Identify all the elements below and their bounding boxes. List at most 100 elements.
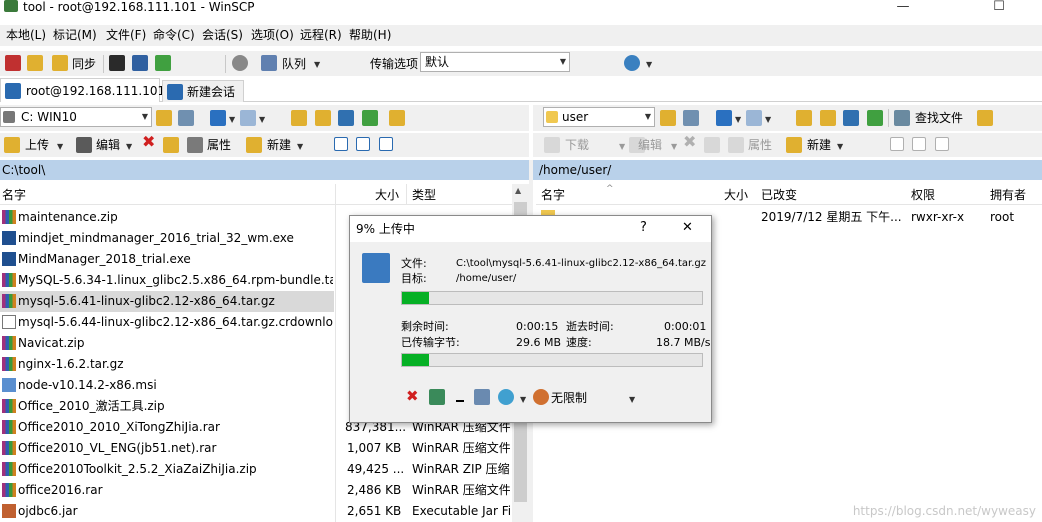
refresh-icon[interactable]: [867, 110, 883, 126]
column-size[interactable]: 大小: [375, 188, 399, 202]
filter-icon[interactable]: [178, 110, 194, 126]
queue-icon[interactable]: [474, 389, 490, 405]
edit-label[interactable]: 编辑: [96, 138, 120, 152]
tab-new-session[interactable]: 新建会话: [162, 80, 244, 102]
home-icon[interactable]: [843, 110, 859, 126]
find-files-icon[interactable]: [894, 110, 910, 126]
sync-browse-icon[interactable]: [27, 55, 43, 71]
upload-label[interactable]: 上传: [25, 138, 49, 152]
file-row-selected[interactable]: mysql-5.6.41-linux-glibc2.12-x86_64.tar.…: [0, 291, 334, 312]
root-dir-icon[interactable]: [820, 110, 836, 126]
column-type[interactable]: 类型: [412, 188, 436, 202]
download-icon[interactable]: [544, 137, 560, 153]
file-row[interactable]: Office2010_VL_ENG(jb51.net).rar 1,007 KB W…: [0, 438, 510, 459]
queue-label[interactable]: 队列: [282, 57, 306, 71]
new-label[interactable]: 新建: [267, 138, 291, 152]
putty-icon[interactable]: [132, 55, 148, 71]
column-owner[interactable]: 拥有者: [990, 188, 1026, 202]
minimize-dialog-icon[interactable]: [456, 400, 464, 402]
minimize-button[interactable]: —: [880, 0, 926, 14]
back-icon[interactable]: [210, 110, 226, 126]
globe-dropdown-icon[interactable]: ▼: [646, 60, 652, 70]
properties-label[interactable]: 属性: [207, 138, 231, 152]
queue-icon[interactable]: [261, 55, 277, 71]
left-file-header: 名字 大小 类型: [0, 184, 512, 205]
expand-icon[interactable]: [890, 137, 904, 151]
dialog-close-button[interactable]: ✕: [682, 221, 693, 235]
scroll-up-icon[interactable]: ▲: [515, 186, 521, 195]
properties-icon[interactable]: [728, 137, 744, 153]
gear-icon[interactable]: [232, 55, 248, 71]
find-dir-icon[interactable]: [977, 110, 993, 126]
column-name[interactable]: 名字: [2, 188, 26, 202]
menu-session[interactable]: 会话(S): [202, 28, 243, 42]
filter-icon[interactable]: [683, 110, 699, 126]
menu-command[interactable]: 命令(C): [153, 28, 195, 42]
refresh-remote-icon[interactable]: [155, 55, 171, 71]
help-button[interactable]: ?: [640, 221, 647, 235]
on-completion-icon[interactable]: [498, 389, 514, 405]
expand-icon[interactable]: [334, 137, 348, 151]
maximize-button[interactable]: ☐: [976, 0, 1022, 14]
new-icon[interactable]: [786, 137, 802, 153]
right-dir-select[interactable]: user ▼: [543, 107, 655, 127]
menu-remote[interactable]: 远程(R): [300, 28, 342, 42]
file-row[interactable]: office2016.rar 2,486 KB WinRAR 压缩文件: [0, 480, 510, 501]
open-folder-icon[interactable]: [660, 110, 676, 126]
back-icon[interactable]: [716, 110, 732, 126]
transfer-settings-select[interactable]: 默认 ▼: [420, 52, 570, 72]
menu-options[interactable]: 选项(O): [251, 28, 294, 42]
delete-icon[interactable]: ✖: [142, 134, 155, 150]
root-dir-icon[interactable]: [315, 110, 331, 126]
parent-dir-icon[interactable]: [291, 110, 307, 126]
sync-icon[interactable]: [52, 55, 68, 71]
menu-help[interactable]: 帮助(H): [349, 28, 391, 42]
menu-mark[interactable]: 标记(M): [53, 28, 97, 42]
file-row[interactable]: Office2010Toolkit_2.5.2_XiaZaiZhiJia.zip…: [0, 459, 510, 480]
forward-icon[interactable]: [240, 110, 256, 126]
download-label[interactable]: 下载: [565, 138, 589, 152]
edit-label[interactable]: 编辑: [638, 138, 662, 152]
menu-file[interactable]: 文件(F): [106, 28, 146, 42]
new-icon[interactable]: [246, 137, 262, 153]
console-icon[interactable]: [109, 55, 125, 71]
home-icon[interactable]: [338, 110, 354, 126]
menu-local[interactable]: 本地(L): [6, 28, 46, 42]
file-label: 文件:: [401, 257, 427, 270]
sync-label[interactable]: 同步: [72, 57, 96, 71]
column-modified[interactable]: 已改变: [761, 188, 797, 202]
globe-icon[interactable]: [624, 55, 640, 71]
column-rights[interactable]: 权限: [911, 188, 935, 202]
queue-dropdown-icon[interactable]: ▼: [314, 60, 320, 70]
rename-icon[interactable]: [704, 137, 720, 153]
rename-icon[interactable]: [163, 137, 179, 153]
find-dir-icon[interactable]: [389, 110, 405, 126]
move-to-background-icon[interactable]: [429, 389, 445, 405]
compare-icon[interactable]: [5, 55, 21, 71]
parent-dir-icon[interactable]: [796, 110, 812, 126]
select-filter-icon[interactable]: [935, 137, 949, 151]
find-files-label[interactable]: 查找文件: [915, 111, 963, 125]
speed-gauge-icon[interactable]: [533, 389, 549, 405]
edit-icon[interactable]: [76, 137, 92, 153]
forward-icon[interactable]: [746, 110, 762, 126]
installer-icon: [2, 378, 16, 392]
file-row[interactable]: ojdbc6.jar 2,651 KB Executable Jar Fi: [0, 501, 510, 522]
left-drive-select[interactable]: C: WIN10 ▼: [0, 107, 152, 127]
collapse-icon[interactable]: [356, 137, 370, 151]
speed-limit-value[interactable]: 无限制: [551, 391, 587, 405]
column-size[interactable]: 大小: [724, 188, 748, 202]
tab-session[interactable]: root@192.168.111.101: [0, 78, 165, 102]
properties-label[interactable]: 属性: [748, 138, 772, 152]
refresh-icon[interactable]: [362, 110, 378, 126]
select-filter-icon[interactable]: [379, 137, 393, 151]
properties-icon[interactable]: [187, 137, 203, 153]
collapse-icon[interactable]: [912, 137, 926, 151]
open-folder-icon[interactable]: [156, 110, 172, 126]
new-label[interactable]: 新建: [807, 138, 831, 152]
upload-icon[interactable]: [4, 137, 20, 153]
cancel-icon[interactable]: ✖: [406, 388, 419, 404]
speed-limit-dropdown-icon[interactable]: ▼: [629, 395, 635, 405]
delete-icon[interactable]: ✖: [683, 134, 696, 150]
column-name[interactable]: 名字: [541, 188, 565, 202]
